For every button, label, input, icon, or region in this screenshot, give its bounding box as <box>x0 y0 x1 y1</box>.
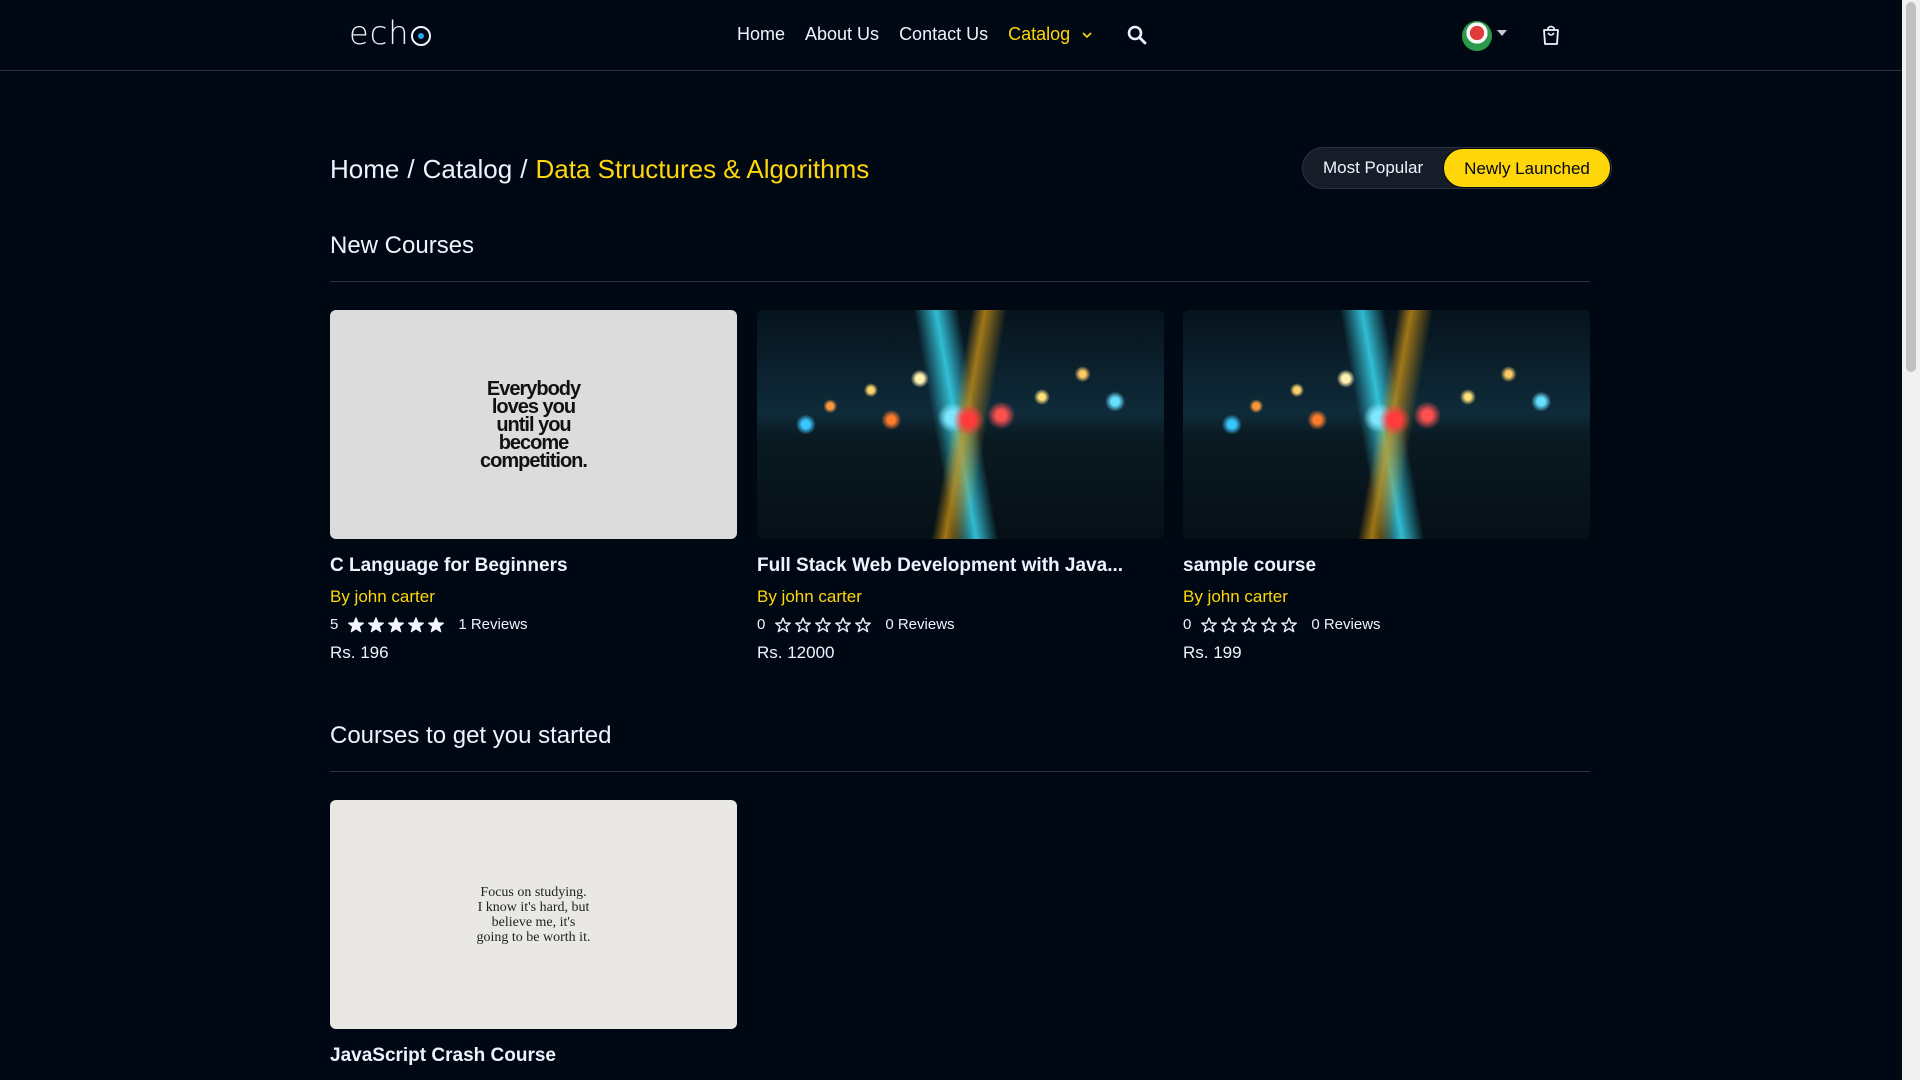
breadcrumb-home[interactable]: Home <box>330 154 399 185</box>
nav-catalog-label: Catalog <box>1008 24 1071 44</box>
course-card[interactable]: Everybody loves you until you become com… <box>330 310 737 663</box>
star-outline-icon <box>1201 616 1218 632</box>
star-outline-icon <box>855 616 872 632</box>
section-title-new-courses: New Courses <box>330 232 475 259</box>
star-outline-icon <box>815 616 832 632</box>
course-price: Rs. 12000 <box>757 643 835 662</box>
logo-text: ech <box>349 14 410 52</box>
section-title-get-started: Courses to get you started <box>330 722 612 749</box>
logo-ring-icon <box>410 26 431 46</box>
sort-toggle: Most Popular Newly Launched <box>1302 147 1612 189</box>
course-instructor: By john carter <box>757 587 862 606</box>
course-thumbnail <box>1183 310 1590 539</box>
course-card[interactable]: Full Stack Web Development with Java... … <box>757 310 1164 663</box>
course-price: Rs. 196 <box>330 643 389 662</box>
main-nav: Home About Us Contact Us Catalog <box>737 24 1092 45</box>
review-count: 0 Reviews <box>1311 616 1381 633</box>
rating-value: 5 <box>330 616 339 633</box>
thumbnail-quote-text: Everybody loves you until you become com… <box>480 377 588 472</box>
course-instructor: By john carter <box>330 587 435 606</box>
star-outline-icon <box>1221 616 1238 632</box>
chevron-down-icon <box>1082 31 1092 38</box>
star-rating <box>348 616 445 633</box>
rating-row: 0 0 Reviews <box>757 616 1164 633</box>
rating-value: 0 <box>1183 616 1192 633</box>
review-count: 0 Reviews <box>885 616 955 633</box>
cart-icon[interactable] <box>1541 24 1561 46</box>
course-price: Rs. 199 <box>1183 643 1242 662</box>
scrollbar-thumb[interactable] <box>1906 2 1916 372</box>
nav-about-us[interactable]: About Us <box>805 24 879 45</box>
course-thumbnail <box>757 310 1164 539</box>
star-outline-icon <box>835 616 852 632</box>
star-filled-icon <box>428 616 445 632</box>
star-rating <box>775 616 872 633</box>
course-thumbnail: Focus on studying. I know it's hard, but… <box>330 800 737 1029</box>
nav-home[interactable]: Home <box>737 24 785 45</box>
nav-catalog[interactable]: Catalog <box>1008 24 1092 45</box>
course-title: Full Stack Web Development with Java... <box>757 555 1124 576</box>
top-navbar: ech Home About Us Contact Us Catalog <box>0 0 1902 71</box>
caret-down-icon[interactable] <box>1497 30 1507 36</box>
star-rating <box>1201 616 1298 633</box>
course-thumbnail: Everybody loves you until you become com… <box>330 310 737 539</box>
page-scrollbar[interactable] <box>1902 0 1920 1080</box>
site-logo[interactable]: ech <box>349 14 431 52</box>
course-card[interactable]: Focus on studying. I know it's hard, but… <box>330 800 737 1067</box>
star-outline-icon <box>1241 616 1258 632</box>
rating-row: 0 0 Reviews <box>1183 616 1590 633</box>
star-outline-icon <box>1261 616 1278 632</box>
course-title: C Language for Beginners <box>330 555 568 576</box>
star-outline-icon <box>795 616 812 632</box>
breadcrumb-current: Data Structures & Algorithms <box>535 154 870 184</box>
star-outline-icon <box>775 616 792 632</box>
nav-contact-us[interactable]: Contact Us <box>899 24 988 45</box>
breadcrumb: Home / Catalog / Data Structures & Algor… <box>330 154 869 185</box>
star-filled-icon <box>388 616 405 632</box>
search-icon[interactable] <box>1127 25 1147 45</box>
review-count: 1 Reviews <box>458 616 528 633</box>
star-filled-icon <box>408 616 425 632</box>
star-filled-icon <box>368 616 385 632</box>
divider <box>330 771 1590 772</box>
course-card[interactable]: sample course By john carter 0 0 Reviews… <box>1183 310 1590 663</box>
star-filled-icon <box>348 616 365 632</box>
course-instructor: By john carter <box>1183 587 1288 606</box>
breadcrumb-separator: / <box>407 154 415 184</box>
thumbnail-quote-text: Focus on studying. I know it's hard, but… <box>476 884 591 945</box>
breadcrumb-separator: / <box>520 154 528 184</box>
course-title: sample course <box>1183 555 1317 576</box>
newly-launched-button[interactable]: Newly Launched <box>1443 148 1611 188</box>
most-popular-button[interactable]: Most Popular <box>1303 148 1443 188</box>
breadcrumb-catalog[interactable]: Catalog <box>423 154 513 185</box>
divider <box>330 281 1590 282</box>
user-avatar[interactable] <box>1462 21 1492 51</box>
course-title: JavaScript Crash Course <box>330 1045 556 1066</box>
star-outline-icon <box>1281 616 1298 632</box>
rating-row: 5 1 Reviews <box>330 616 737 633</box>
rating-value: 0 <box>757 616 766 633</box>
